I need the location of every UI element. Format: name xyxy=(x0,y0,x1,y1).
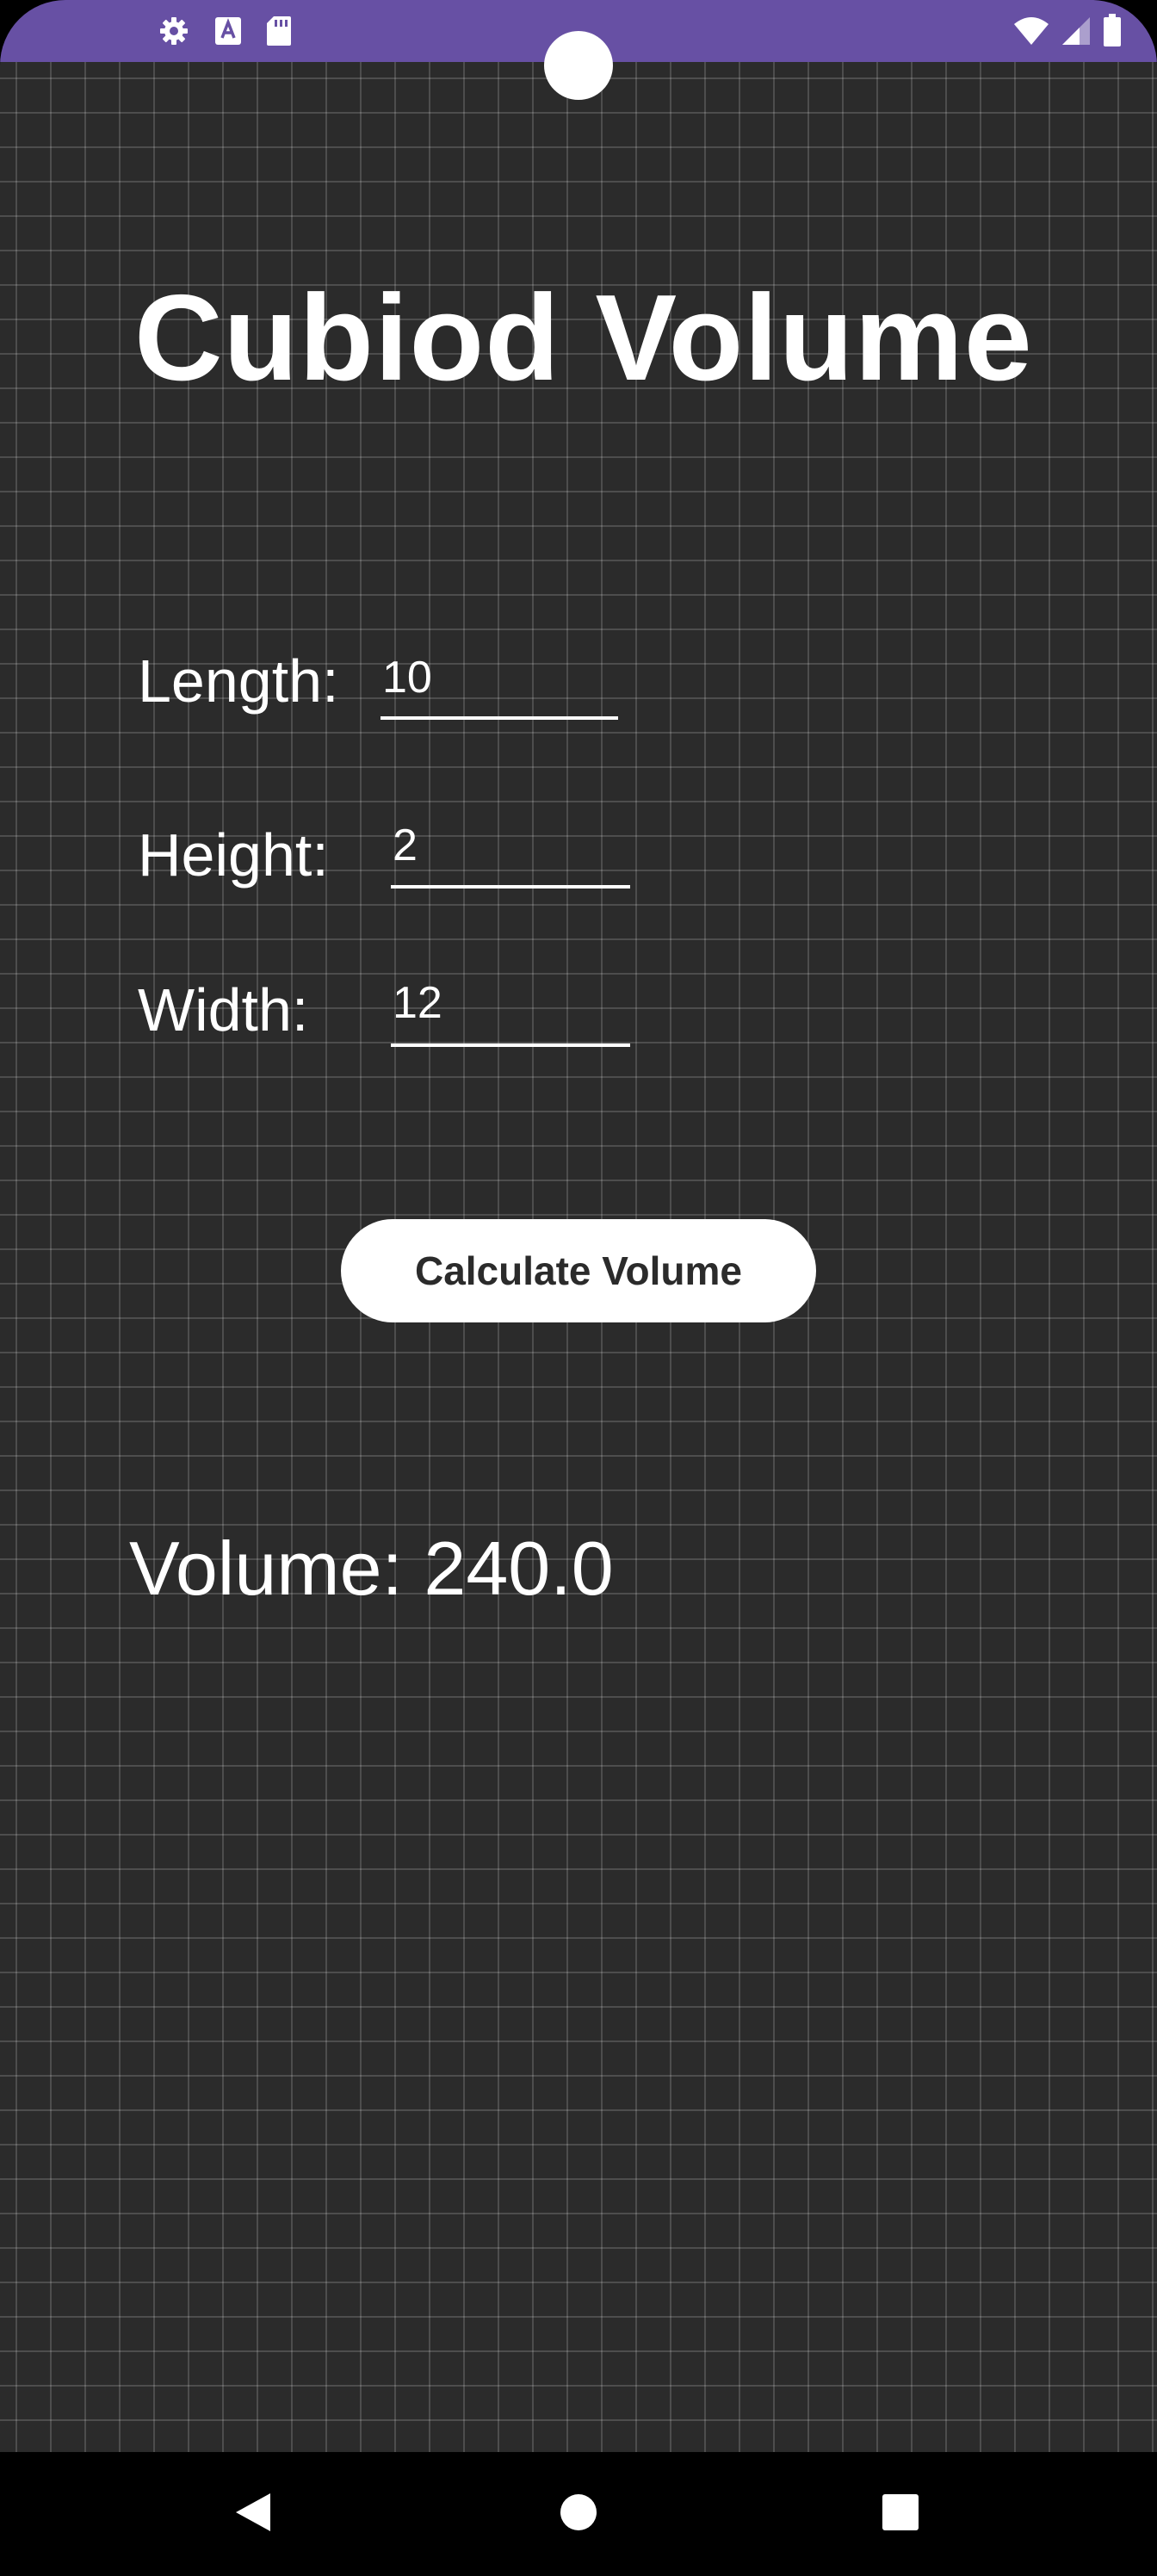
width-label: Width: xyxy=(138,976,309,1043)
height-label: Height: xyxy=(138,821,329,889)
phone-screen: Cubiod Volume Length: Height: Width: Cal… xyxy=(0,0,1157,2576)
home-icon xyxy=(560,2493,597,2536)
cellular-signal-icon xyxy=(1061,15,1092,46)
wifi-icon xyxy=(1012,15,1050,46)
volume-result: Volume: 240.0 xyxy=(129,1526,614,1611)
app-content: Cubiod Volume Length: Height: Width: Cal… xyxy=(0,62,1157,2452)
status-bar-notifications xyxy=(157,14,293,48)
length-label: Length: xyxy=(138,647,339,715)
battery-icon xyxy=(1102,14,1123,48)
length-input[interactable] xyxy=(381,647,618,720)
width-input[interactable] xyxy=(391,971,630,1047)
calculate-volume-button[interactable]: Calculate Volume xyxy=(341,1219,816,1322)
sd-card-icon xyxy=(265,15,293,47)
status-bar-system xyxy=(1012,14,1123,48)
recents-button[interactable] xyxy=(869,2483,931,2545)
camera-cutout xyxy=(544,31,613,100)
height-input[interactable] xyxy=(391,814,630,889)
settings-icon xyxy=(157,14,191,48)
back-button[interactable] xyxy=(222,2483,284,2545)
recents-icon xyxy=(882,2493,919,2536)
home-button[interactable] xyxy=(548,2483,609,2545)
page-title: Cubiod Volume xyxy=(134,269,1033,406)
keyboard-a-icon xyxy=(213,15,243,46)
navigation-bar xyxy=(0,2452,1157,2576)
back-icon xyxy=(232,2490,274,2539)
